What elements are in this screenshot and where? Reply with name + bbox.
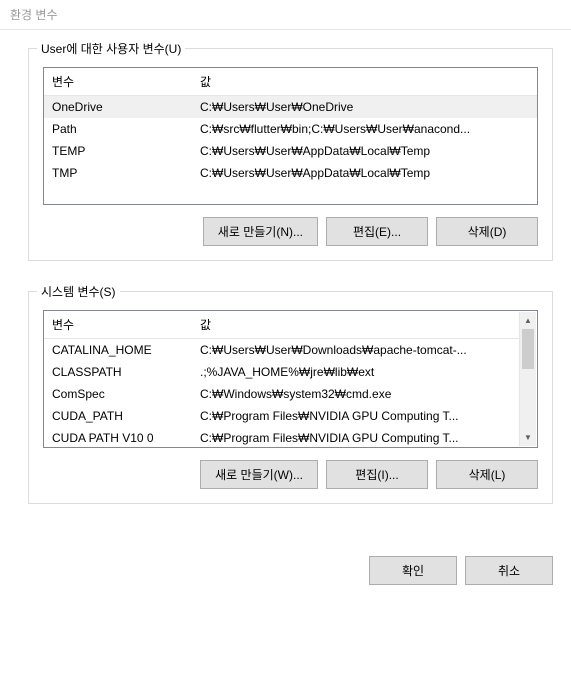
system-variables-table: 변수 값 CATALINA_HOMEC:₩Users₩User₩Download… bbox=[44, 311, 520, 448]
scroll-up-icon[interactable]: ▲ bbox=[520, 312, 536, 329]
user-table-row[interactable]: OneDriveC:₩Users₩User₩OneDrive bbox=[44, 96, 537, 119]
variable-value: .;%JAVA_HOME%₩jre₩lib₩ext bbox=[192, 361, 520, 383]
system-variables-table-container[interactable]: 변수 값 CATALINA_HOMEC:₩Users₩User₩Download… bbox=[43, 310, 538, 448]
user-col-var[interactable]: 변수 bbox=[44, 68, 192, 96]
variable-name: CLASSPATH bbox=[44, 361, 192, 383]
user-delete-button[interactable]: 삭제(D) bbox=[436, 217, 538, 246]
dialog-content: User에 대한 사용자 변수(U) 변수 값 OneDriveC:₩Users… bbox=[0, 30, 571, 544]
cancel-button[interactable]: 취소 bbox=[465, 556, 553, 585]
user-variables-table: 변수 값 OneDriveC:₩Users₩User₩OneDrivePathC… bbox=[44, 68, 537, 184]
system-group-legend: 시스템 변수(S) bbox=[37, 283, 120, 300]
system-button-row: 새로 만들기(W)... 편집(I)... 삭제(L) bbox=[43, 460, 538, 489]
variable-value: C:₩Users₩User₩OneDrive bbox=[192, 96, 537, 119]
variable-value: C:₩Windows₩system32₩cmd.exe bbox=[192, 383, 520, 405]
variable-value: C:₩Program Files₩NVIDIA GPU Computing T.… bbox=[192, 427, 520, 448]
variable-value: C:₩Users₩User₩AppData₩Local₩Temp bbox=[192, 162, 537, 184]
system-col-val[interactable]: 값 bbox=[192, 311, 520, 339]
system-delete-button[interactable]: 삭제(L) bbox=[436, 460, 538, 489]
variable-name: CATALINA_HOME bbox=[44, 339, 192, 362]
user-button-row: 새로 만들기(N)... 편집(E)... 삭제(D) bbox=[43, 217, 538, 246]
system-table-row[interactable]: CLASSPATH.;%JAVA_HOME%₩jre₩lib₩ext bbox=[44, 361, 520, 383]
system-col-var[interactable]: 변수 bbox=[44, 311, 192, 339]
scroll-down-icon[interactable]: ▼ bbox=[520, 429, 536, 446]
user-table-row[interactable]: PathC:₩src₩flutter₩bin;C:₩Users₩User₩ana… bbox=[44, 118, 537, 140]
system-new-button[interactable]: 새로 만들기(W)... bbox=[200, 460, 318, 489]
user-variables-table-container[interactable]: 변수 값 OneDriveC:₩Users₩User₩OneDrivePathC… bbox=[43, 67, 538, 205]
system-table-row[interactable]: CATALINA_HOMEC:₩Users₩User₩Downloads₩apa… bbox=[44, 339, 520, 362]
system-variables-group: 시스템 변수(S) 변수 값 CATALINA_HOMEC:₩Users₩Use… bbox=[28, 291, 553, 504]
system-table-row[interactable]: CUDA_PATHC:₩Program Files₩NVIDIA GPU Com… bbox=[44, 405, 520, 427]
user-variables-group: User에 대한 사용자 변수(U) 변수 값 OneDriveC:₩Users… bbox=[28, 48, 553, 261]
system-table-row[interactable]: ComSpecC:₩Windows₩system32₩cmd.exe bbox=[44, 383, 520, 405]
variable-name: TEMP bbox=[44, 140, 192, 162]
variable-name: Path bbox=[44, 118, 192, 140]
system-table-row[interactable]: CUDA PATH V10 0C:₩Program Files₩NVIDIA G… bbox=[44, 427, 520, 448]
variable-value: C:₩src₩flutter₩bin;C:₩Users₩User₩anacond… bbox=[192, 118, 537, 140]
ok-button[interactable]: 확인 bbox=[369, 556, 457, 585]
variable-name: CUDA_PATH bbox=[44, 405, 192, 427]
user-table-row[interactable]: TEMPC:₩Users₩User₩AppData₩Local₩Temp bbox=[44, 140, 537, 162]
system-edit-button[interactable]: 편집(I)... bbox=[326, 460, 428, 489]
variable-value: C:₩Users₩User₩AppData₩Local₩Temp bbox=[192, 140, 537, 162]
variable-name: TMP bbox=[44, 162, 192, 184]
variable-value: C:₩Program Files₩NVIDIA GPU Computing T.… bbox=[192, 405, 520, 427]
scrollbar-thumb[interactable] bbox=[522, 329, 534, 369]
user-table-row[interactable]: TMPC:₩Users₩User₩AppData₩Local₩Temp bbox=[44, 162, 537, 184]
window-titlebar: 환경 변수 bbox=[0, 0, 571, 30]
variable-name: CUDA PATH V10 0 bbox=[44, 427, 192, 448]
user-new-button[interactable]: 새로 만들기(N)... bbox=[203, 217, 318, 246]
variable-value: C:₩Users₩User₩Downloads₩apache-tomcat-..… bbox=[192, 339, 520, 362]
user-edit-button[interactable]: 편집(E)... bbox=[326, 217, 428, 246]
dialog-footer: 확인 취소 bbox=[0, 544, 571, 603]
variable-name: OneDrive bbox=[44, 96, 192, 119]
user-col-val[interactable]: 값 bbox=[192, 68, 537, 96]
variable-name: ComSpec bbox=[44, 383, 192, 405]
user-group-legend: User에 대한 사용자 변수(U) bbox=[37, 40, 185, 57]
system-scrollbar[interactable]: ▲ ▼ bbox=[519, 312, 536, 446]
window-title: 환경 변수 bbox=[10, 6, 58, 23]
